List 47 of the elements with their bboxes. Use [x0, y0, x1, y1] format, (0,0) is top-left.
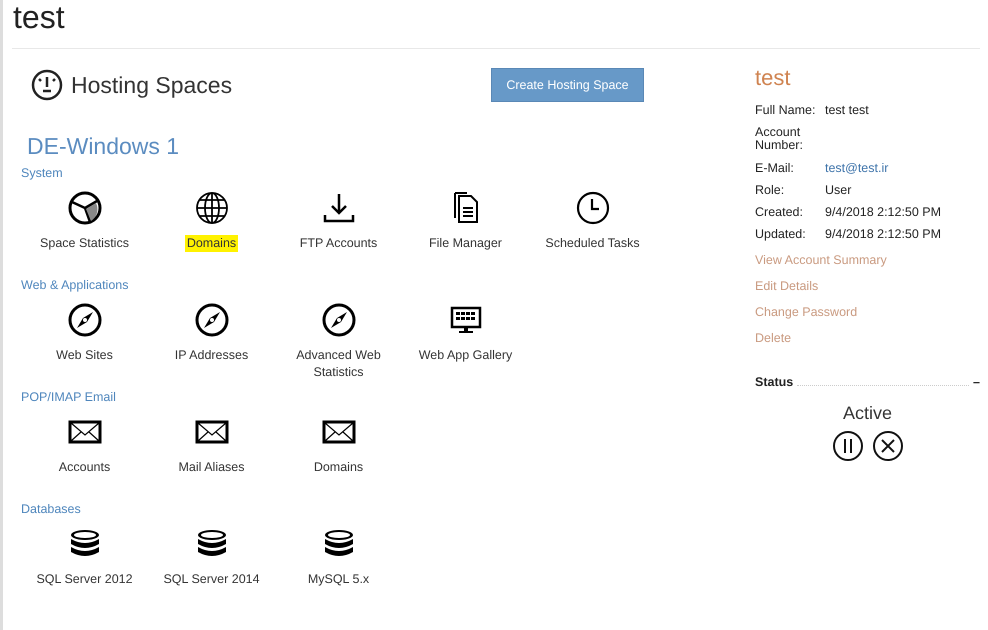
stop-icon[interactable] [872, 430, 904, 462]
status-title: Status [755, 375, 794, 389]
clock-icon [576, 191, 610, 225]
feature-link[interactable]: Mail Aliases [178, 459, 244, 476]
status-value: Active [842, 403, 892, 423]
category-title: POP/IMAP Email [21, 390, 116, 404]
email-link[interactable]: test@test.ir [825, 162, 888, 175]
gauge-icon [31, 69, 63, 101]
field-label: Role: [755, 184, 786, 197]
account-name: test [755, 65, 790, 91]
category-title: Web & Applications [21, 278, 128, 292]
field-label: Created: [755, 206, 804, 219]
collapse-toggle[interactable]: – [973, 375, 980, 389]
compass-icon [322, 303, 356, 337]
feature-link[interactable]: Domains [314, 459, 364, 476]
download-icon [322, 191, 356, 225]
pie-chart-icon [68, 191, 102, 225]
feature-link[interactable]: SQL Server 2014 [163, 571, 260, 588]
feature-link[interactable]: IP Addresses [174, 347, 248, 364]
compass-icon [68, 303, 102, 337]
field-label: Updated: [755, 228, 807, 241]
feature-link[interactable]: File Manager [429, 235, 502, 252]
globe-icon [194, 191, 228, 225]
field-label: E-Mail: [755, 162, 795, 175]
feature-link[interactable]: SQL Server 2012 [36, 571, 133, 588]
feature-link[interactable]: Scheduled Tasks [545, 235, 640, 252]
field-label: Full Name: [755, 104, 816, 117]
feature-link[interactable]: Accounts [58, 459, 110, 476]
field-value: 9/4/2018 2:12:50 PM [825, 206, 942, 219]
feature-link[interactable]: Web App Gallery [418, 347, 512, 364]
field-value: 9/4/2018 2:12:50 PM [825, 228, 942, 241]
category-title: System [21, 166, 63, 180]
field-value: test test [825, 104, 869, 117]
feature-link[interactable]: Domains [184, 235, 238, 252]
feature-link[interactable]: Web Sites [56, 347, 113, 364]
field-value: User [825, 184, 852, 197]
pause-icon[interactable] [832, 430, 864, 462]
space-name: DE-Windows 1 [27, 133, 180, 160]
section-heading: Hosting Spaces [71, 72, 234, 98]
feature-link[interactable]: Space Statistics [40, 235, 129, 252]
compass-icon [194, 303, 228, 337]
category-title: Databases [21, 502, 81, 516]
page-title: test [13, 0, 65, 34]
feature-link[interactable]: MySQL 5.x [308, 571, 370, 588]
field-label: Account Number: [755, 126, 804, 152]
feature-link[interactable]: Advanced Web Statistics [284, 347, 394, 381]
feature-link[interactable]: FTP Accounts [300, 235, 378, 252]
